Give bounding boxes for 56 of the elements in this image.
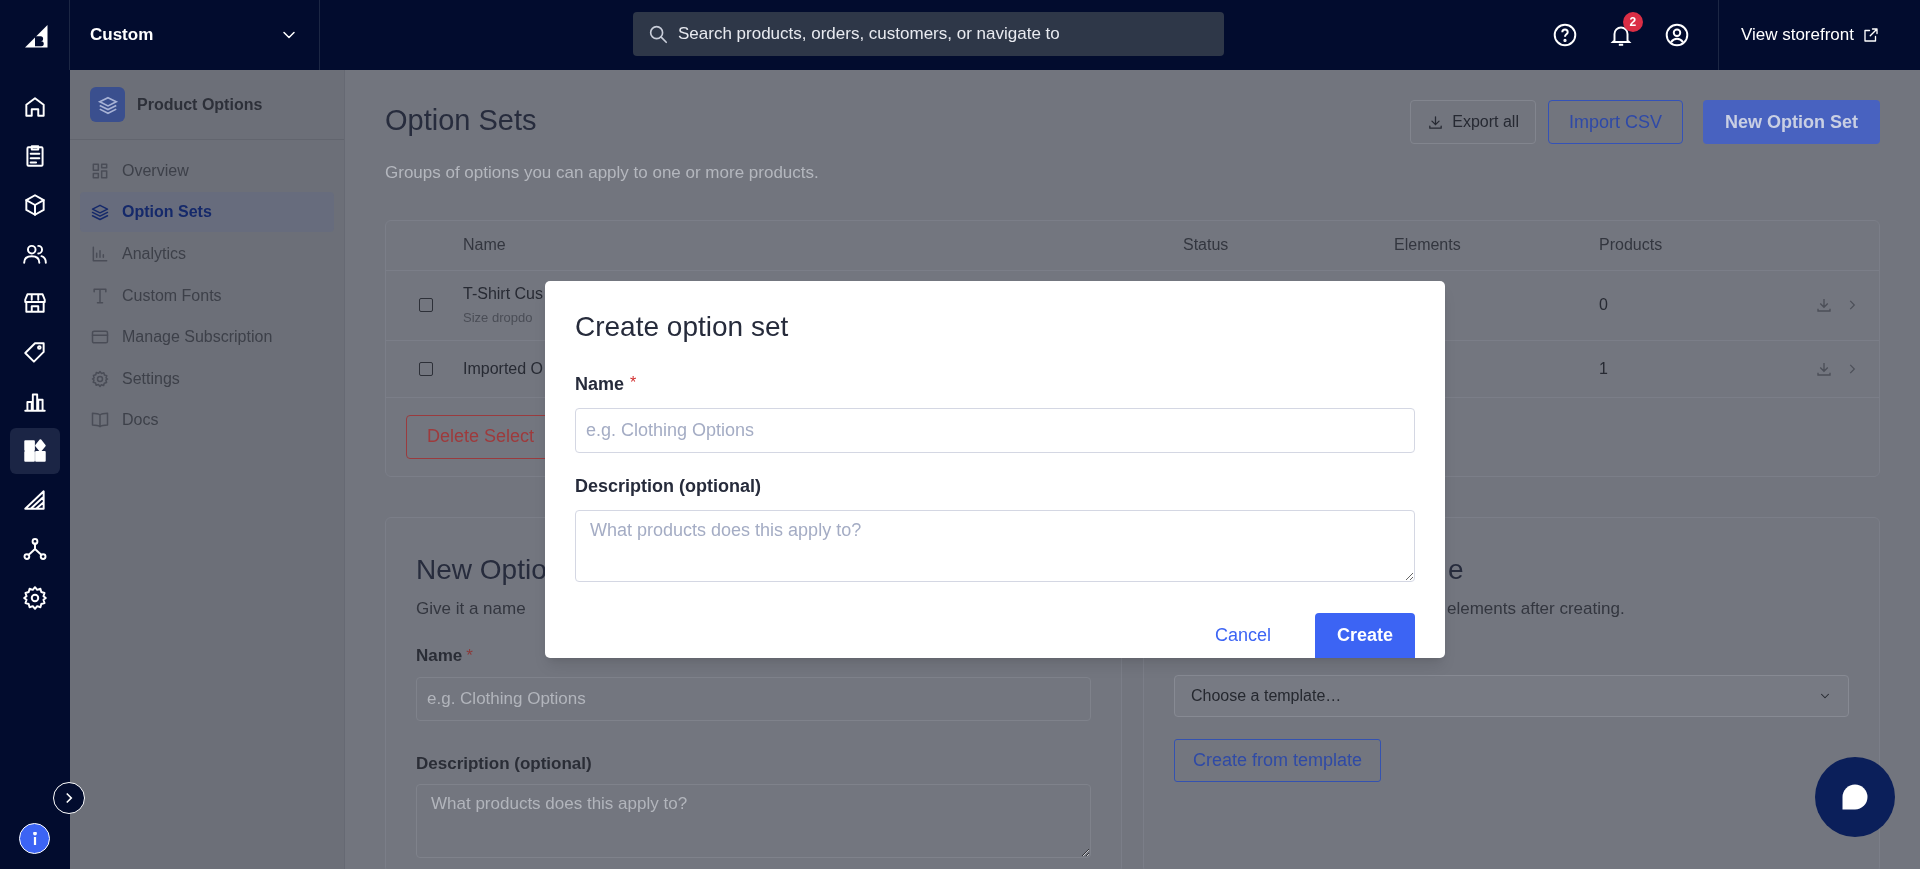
layers-icon (90, 202, 110, 223)
column-header: Elements (1394, 235, 1461, 255)
export-button[interactable]: Export all (1410, 100, 1536, 144)
products-count: 0 (1599, 295, 1608, 315)
cancel-button[interactable]: Cancel (1214, 622, 1271, 649)
field-label: Description (optional) (575, 475, 761, 498)
column-header: Status (1183, 235, 1229, 255)
modal-title: Create option set (575, 310, 790, 344)
field-label: Description (optional) (416, 752, 593, 775)
panel-subtitle: Give it a name (416, 597, 527, 620)
sidebar-item[interactable]: Option Sets (80, 192, 334, 233)
account-button[interactable] (1663, 22, 1690, 48)
network-icon (22, 536, 48, 563)
download-icon (1427, 113, 1445, 131)
help-button[interactable] (1551, 22, 1578, 48)
apps-icon (22, 437, 48, 464)
nav-rail-item[interactable] (10, 427, 60, 474)
template-select[interactable]: Choose a template… (1174, 675, 1849, 717)
field-label: Name (575, 373, 625, 396)
panel-subtitle: elements after creating. (1447, 597, 1626, 620)
panel-title: e (1448, 552, 1465, 587)
notification-badge: 2 (1622, 12, 1643, 32)
settings-icon (22, 585, 48, 612)
description-input[interactable]: What products does this apply to? (416, 784, 1091, 858)
page-title: Option Sets (385, 103, 538, 138)
panel-title: New Optio (416, 552, 548, 587)
column-header: Name (463, 235, 506, 255)
search-field[interactable]: Search products, orders, customers, or navigate to (633, 12, 1224, 56)
expand-button[interactable] (53, 782, 85, 814)
row-checkbox[interactable] (418, 298, 433, 312)
chat-bubble-icon (1840, 782, 1870, 812)
required-mark: * (630, 373, 637, 393)
page-subtitle: Groups of options you can apply to one or more products. (385, 162, 819, 184)
products-count: 1 (1599, 358, 1608, 379)
view-storefront-link[interactable]: View storefront (1717, 0, 1920, 70)
create-button[interactable]: Create (1314, 613, 1415, 658)
option-set-name: Imported O (463, 358, 544, 379)
settings-icon (90, 368, 110, 389)
import-button[interactable]: Import CSV (1547, 100, 1683, 144)
cube-icon (22, 191, 48, 218)
option-set-name: T-Shirt Cus (463, 284, 543, 305)
bar-chart-icon (90, 244, 110, 264)
external-link-icon (1862, 26, 1880, 44)
tag-icon (22, 339, 48, 366)
app-icon (90, 87, 125, 122)
app-title: Product Options (137, 94, 263, 115)
row-checkbox[interactable] (418, 361, 433, 376)
field-label: Name (416, 645, 463, 667)
required-mark: * (466, 645, 473, 667)
create-from-template-button[interactable]: Create from template (1174, 739, 1382, 782)
column-header: Products (1599, 235, 1663, 255)
primary-button[interactable]: New Option Set (1703, 100, 1880, 144)
search-icon (647, 23, 669, 45)
info-button[interactable] (19, 823, 50, 854)
info-icon (32, 831, 37, 846)
name-input[interactable]: e.g. Clothing Options (416, 676, 1091, 721)
